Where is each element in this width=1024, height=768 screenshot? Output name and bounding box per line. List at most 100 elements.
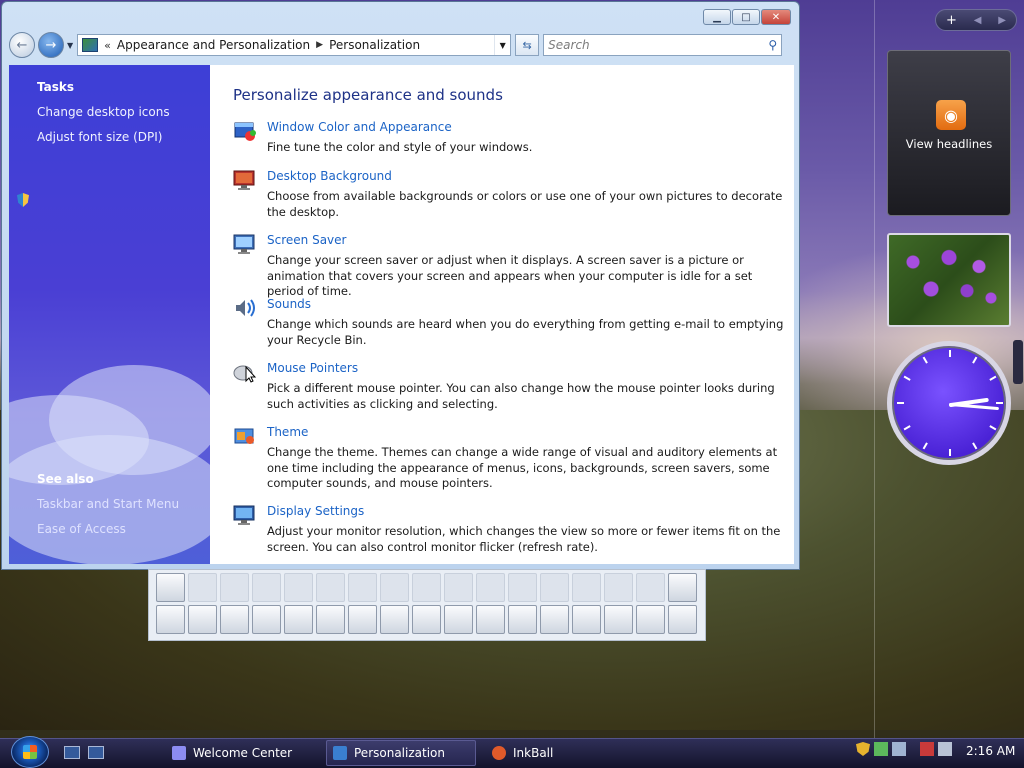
key-button [540, 573, 569, 602]
tasks-heading: Tasks [37, 80, 75, 94]
security-shield-icon[interactable] [856, 742, 870, 756]
volume-icon[interactable] [938, 742, 952, 756]
start-button[interactable] [11, 736, 49, 768]
breadcrumb-appearance-and-personalization[interactable]: Appearance and Personalization [117, 38, 310, 52]
sounds-icon [236, 299, 255, 317]
key-button[interactable] [380, 605, 409, 634]
key-button[interactable] [476, 605, 505, 634]
uac-shield-icon [17, 193, 29, 207]
previous-gadgets-icon[interactable]: ◀ [974, 15, 982, 26]
breadcrumb-personalization[interactable]: Personalization [329, 38, 420, 52]
key-button[interactable] [668, 573, 697, 602]
mouse-pointer-icon [233, 365, 257, 383]
key-button[interactable] [508, 605, 537, 634]
clock-tick-mark [949, 449, 951, 456]
key-button [636, 573, 665, 602]
search-icon[interactable]: ⚲ [768, 38, 777, 52]
key-button[interactable] [220, 605, 249, 634]
link-theme[interactable]: Theme [267, 425, 308, 439]
window-color-icon [234, 122, 256, 141]
taskbar-clock[interactable]: 2:16 AM [966, 744, 1015, 758]
link-sounds[interactable]: Sounds [267, 297, 311, 311]
page-title: Personalize appearance and sounds [233, 86, 503, 104]
key-button [380, 573, 409, 602]
key-button[interactable] [412, 605, 441, 634]
address-dropdown-icon[interactable]: ▼ [494, 35, 510, 55]
sidebar-resize-handle[interactable] [1013, 340, 1023, 384]
key-button [572, 573, 601, 602]
clock-tick-mark [989, 375, 997, 381]
windows-defender-icon[interactable] [874, 742, 888, 756]
clock-tick-mark [903, 375, 911, 381]
key-button [444, 573, 473, 602]
taskbar-welcome-center[interactable]: Welcome Center [166, 740, 316, 766]
key-button[interactable] [572, 605, 601, 634]
key-button[interactable] [188, 605, 217, 634]
link-window-color-and-appearance[interactable]: Window Color and Appearance [267, 120, 452, 134]
close-button[interactable]: ✕ [761, 9, 791, 25]
key-button [252, 573, 281, 602]
rss-icon: ◉ [936, 100, 966, 130]
key-button[interactable] [444, 605, 473, 634]
key-button[interactable] [668, 605, 697, 634]
search-placeholder: Search [548, 38, 590, 52]
switch-windows-icon[interactable] [88, 746, 104, 759]
show-desktop-icon[interactable] [64, 746, 80, 759]
theme-icon [234, 428, 254, 444]
next-gadgets-icon[interactable]: ▶ [998, 15, 1006, 26]
see-also-ease-of-access[interactable]: Ease of Access [37, 522, 126, 536]
sidebar-divider [874, 0, 875, 738]
key-button[interactable] [316, 605, 345, 634]
key-button [508, 573, 537, 602]
minimize-button[interactable]: ▁ [703, 9, 731, 25]
clock-gadget[interactable] [887, 341, 1011, 465]
key-button [604, 573, 633, 602]
key-button [476, 573, 505, 602]
link-desktop-background[interactable]: Desktop Background [267, 169, 392, 183]
key-button[interactable] [252, 605, 281, 634]
view-headlines-label[interactable]: View headlines [888, 137, 1010, 151]
forward-button[interactable]: → [38, 32, 64, 58]
taskbar-personalization[interactable]: Personalization [326, 740, 476, 766]
add-gadget-button[interactable]: + [946, 13, 957, 28]
link-screen-saver[interactable]: Screen Saver [267, 233, 346, 247]
task-change-desktop-icons[interactable]: Change desktop icons [37, 105, 170, 119]
task-adjust-font-size[interactable]: Adjust font size (DPI) [37, 130, 162, 144]
maximize-button[interactable]: □ [732, 9, 760, 25]
key-button[interactable] [540, 605, 569, 634]
key-button[interactable] [156, 573, 185, 602]
desktop-background-icon [233, 170, 255, 190]
see-also-taskbar-start-menu[interactable]: Taskbar and Start Menu [37, 497, 179, 511]
link-mouse-pointers[interactable]: Mouse Pointers [267, 361, 358, 375]
key-button[interactable] [348, 605, 377, 634]
quick-launch [64, 746, 104, 759]
windows-logo-icon [23, 745, 37, 759]
taskbar-inkball[interactable]: InkBall [486, 740, 636, 766]
item-description: Adjust your monitor resolution, which ch… [267, 524, 781, 554]
network-disconnected-icon[interactable] [920, 742, 934, 756]
search-input[interactable]: Search ⚲ [543, 34, 783, 56]
inkball-icon [492, 746, 506, 760]
refresh-button[interactable]: ⇆ [515, 34, 540, 56]
recent-pages-dropdown[interactable]: ▼ [67, 41, 73, 50]
network-icon[interactable] [892, 742, 906, 756]
breadcrumb-overflow[interactable]: « [104, 39, 111, 52]
key-button[interactable] [156, 605, 185, 634]
navigation-bar: ← → ▼ « Appearance and Personalization ▶… [9, 32, 792, 58]
slideshow-gadget[interactable] [887, 233, 1011, 327]
key-button[interactable] [636, 605, 665, 634]
clock-tick-mark [903, 425, 911, 431]
breadcrumb-separator-icon[interactable]: ▶ [316, 40, 323, 50]
key-button [188, 573, 217, 602]
key-button [412, 573, 441, 602]
taskbar-label: InkBall [513, 746, 554, 760]
feed-headlines-gadget[interactable]: ◉ View headlines [887, 50, 1011, 216]
address-bar[interactable]: « Appearance and Personalization ▶ Perso… [77, 34, 512, 56]
item-description: Pick a different mouse pointer. You can … [267, 381, 775, 411]
key-button[interactable] [604, 605, 633, 634]
welcome-center-icon [172, 746, 186, 760]
back-button[interactable]: ← [9, 32, 35, 58]
key-button[interactable] [284, 605, 313, 634]
personalization-icon [333, 746, 347, 760]
link-display-settings[interactable]: Display Settings [267, 504, 364, 518]
